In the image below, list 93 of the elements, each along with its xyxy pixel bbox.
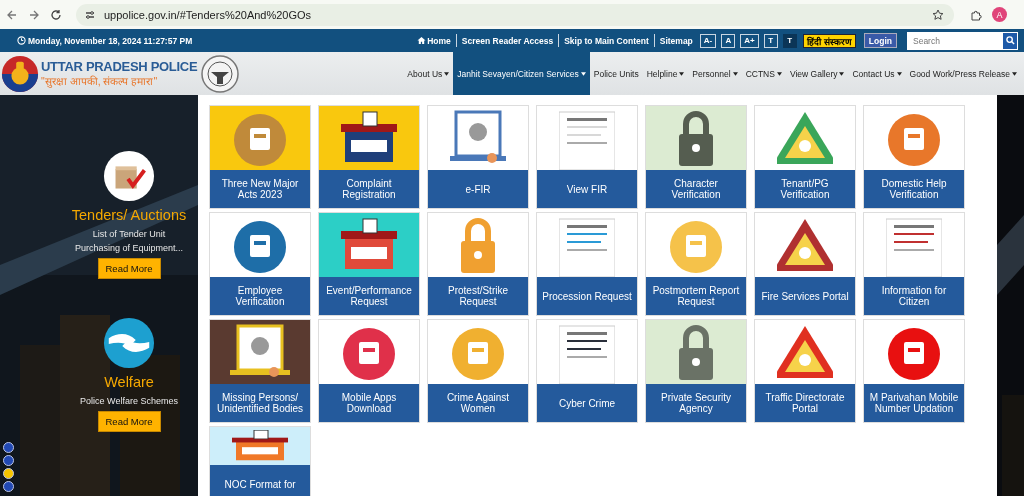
service-label: Procession Request (537, 277, 637, 315)
home-icon (417, 36, 427, 45)
service-tile[interactable]: e-FIR (427, 105, 529, 209)
forward-icon[interactable] (28, 8, 40, 21)
service-tile[interactable]: Mobile Apps Download (318, 319, 420, 423)
home-link[interactable]: Home (417, 35, 451, 46)
top-link[interactable]: Screen Reader Access (461, 35, 554, 46)
extensions-icon[interactable] (970, 8, 982, 21)
service-label: Crime Against Women (428, 384, 528, 422)
service-label: Fire Services Portal (755, 277, 855, 315)
service-label: Information for Citizen (864, 277, 964, 315)
service-label: e-FIR (428, 170, 528, 208)
font-size-button[interactable]: T (763, 33, 778, 48)
service-tile[interactable]: Fire Services Portal (754, 212, 856, 316)
carousel-dot[interactable] (3, 468, 14, 479)
carousel-dot[interactable] (3, 455, 14, 466)
service-tile[interactable]: Tenant/PG Verification (754, 105, 856, 209)
service-tile[interactable]: Protest/Strike Request (427, 212, 529, 316)
font-size-button[interactable]: T (782, 33, 797, 48)
nav-item[interactable]: Helpline (642, 52, 689, 95)
nav-item[interactable]: Contact Us (848, 52, 906, 95)
service-tile[interactable]: Cyber Crime (536, 319, 638, 423)
service-label: Private Security Agency (646, 384, 746, 422)
service-tile[interactable]: Complaint Registration (318, 105, 420, 209)
site-tagline: "सुरक्षा आपकी, संकल्प हमारा" (41, 74, 159, 88)
service-label: Postmortem Report Request (646, 277, 746, 315)
service-tile[interactable]: Traffic Directorate Portal (754, 319, 856, 423)
search-icon (1005, 36, 1015, 45)
carousel-dot[interactable] (3, 442, 14, 453)
slide-title: Tenders/ Auctions (71, 207, 187, 223)
service-tile[interactable]: Three New Major Acts 2023 (209, 105, 311, 209)
service-label: Character Verification (646, 170, 746, 208)
service-label: Protest/Strike Request (428, 277, 528, 315)
state-emblem (200, 53, 241, 94)
service-label: Domestic Help Verification (864, 170, 964, 208)
top-link[interactable]: Skip to Main Content (564, 35, 649, 46)
site-info-icon[interactable] (84, 8, 96, 21)
service-tile[interactable]: Procession Request (536, 212, 638, 316)
profile-avatar[interactable]: A (992, 7, 1007, 22)
service-tile[interactable]: Character Verification (645, 105, 747, 209)
top-link[interactable]: Sitemap (659, 35, 693, 46)
login-button[interactable]: Login (863, 33, 897, 48)
read-more-button[interactable]: Read More (97, 411, 161, 432)
back-icon[interactable] (6, 8, 18, 21)
service-tile[interactable]: Crime Against Women (427, 319, 529, 423)
service-label: Employee Verification (210, 277, 310, 315)
nav-item[interactable]: Good Work/Press Release (905, 52, 1021, 95)
search-button[interactable] (1002, 31, 1018, 50)
reload-icon[interactable] (50, 8, 62, 21)
service-tile[interactable]: Postmortem Report Request (645, 212, 747, 316)
nav-item[interactable]: View Gallery (785, 52, 849, 95)
nav-item[interactable]: About Us (403, 52, 454, 95)
date-time: Monday, November 18, 2024 11:27:57 PM (28, 35, 193, 46)
nav-item[interactable]: Janhit Sevayen/Citizen Services (453, 52, 590, 95)
slide-title: Welfare (104, 374, 154, 390)
service-label: Mobile Apps Download (319, 384, 419, 422)
service-label: Traffic Directorate Portal (755, 384, 855, 422)
service-label: View FIR (537, 170, 637, 208)
service-tile[interactable]: Information for Citizen (863, 212, 965, 316)
clock-icon (17, 36, 26, 45)
service-label: Complaint Registration (319, 170, 419, 208)
address-bar[interactable]: uppolice.gov.in/#Tenders%20And%20GOs (76, 3, 954, 26)
service-tile[interactable]: Missing Persons/ Unidentified Bodies (209, 319, 311, 423)
service-tile[interactable]: Event/Performance Request (318, 212, 420, 316)
nav-item[interactable]: Police Units (589, 52, 643, 95)
service-label: Three New Major Acts 2023 (210, 170, 310, 208)
nav-item[interactable]: CCTNS (741, 52, 786, 95)
service-tile[interactable]: M Parivahan Mobile Number Updation (863, 319, 965, 423)
carousel-dot[interactable] (3, 481, 14, 492)
star-icon[interactable] (932, 8, 944, 21)
read-more-button[interactable]: Read More (97, 258, 161, 279)
site-title: UTTAR PRADESH POLICE (41, 59, 198, 74)
service-tile[interactable]: NOC Format for (209, 426, 311, 496)
service-label: Missing Persons/ Unidentified Bodies (210, 384, 310, 422)
slide-description: List of Tender Unit Purchasing of Equipment... (73, 228, 185, 255)
service-label: NOC Format for (210, 465, 310, 496)
font-size-button[interactable]: A (721, 33, 736, 48)
search-field[interactable]: Search (907, 31, 1002, 50)
service-label: M Parivahan Mobile Number Updation (864, 384, 964, 422)
service-label: Cyber Crime (537, 384, 637, 422)
service-tile[interactable]: Domestic Help Verification (863, 105, 965, 209)
service-label: Event/Performance Request (319, 277, 419, 315)
font-size-button[interactable]: A- (699, 33, 717, 48)
nav-item[interactable]: Personnel (688, 52, 742, 95)
service-label: Tenant/PG Verification (755, 170, 855, 208)
ballot-box-icon (103, 150, 155, 202)
service-tile[interactable]: Private Security Agency (645, 319, 747, 423)
font-size-button[interactable]: A+ (740, 33, 759, 48)
police-emblem (1, 54, 39, 93)
language-button[interactable]: हिंदी संस्करण (802, 33, 856, 48)
service-tile[interactable]: Employee Verification (209, 212, 311, 316)
service-tile[interactable]: View FIR (536, 105, 638, 209)
slide-description: Police Welfare Schemes (79, 395, 179, 408)
